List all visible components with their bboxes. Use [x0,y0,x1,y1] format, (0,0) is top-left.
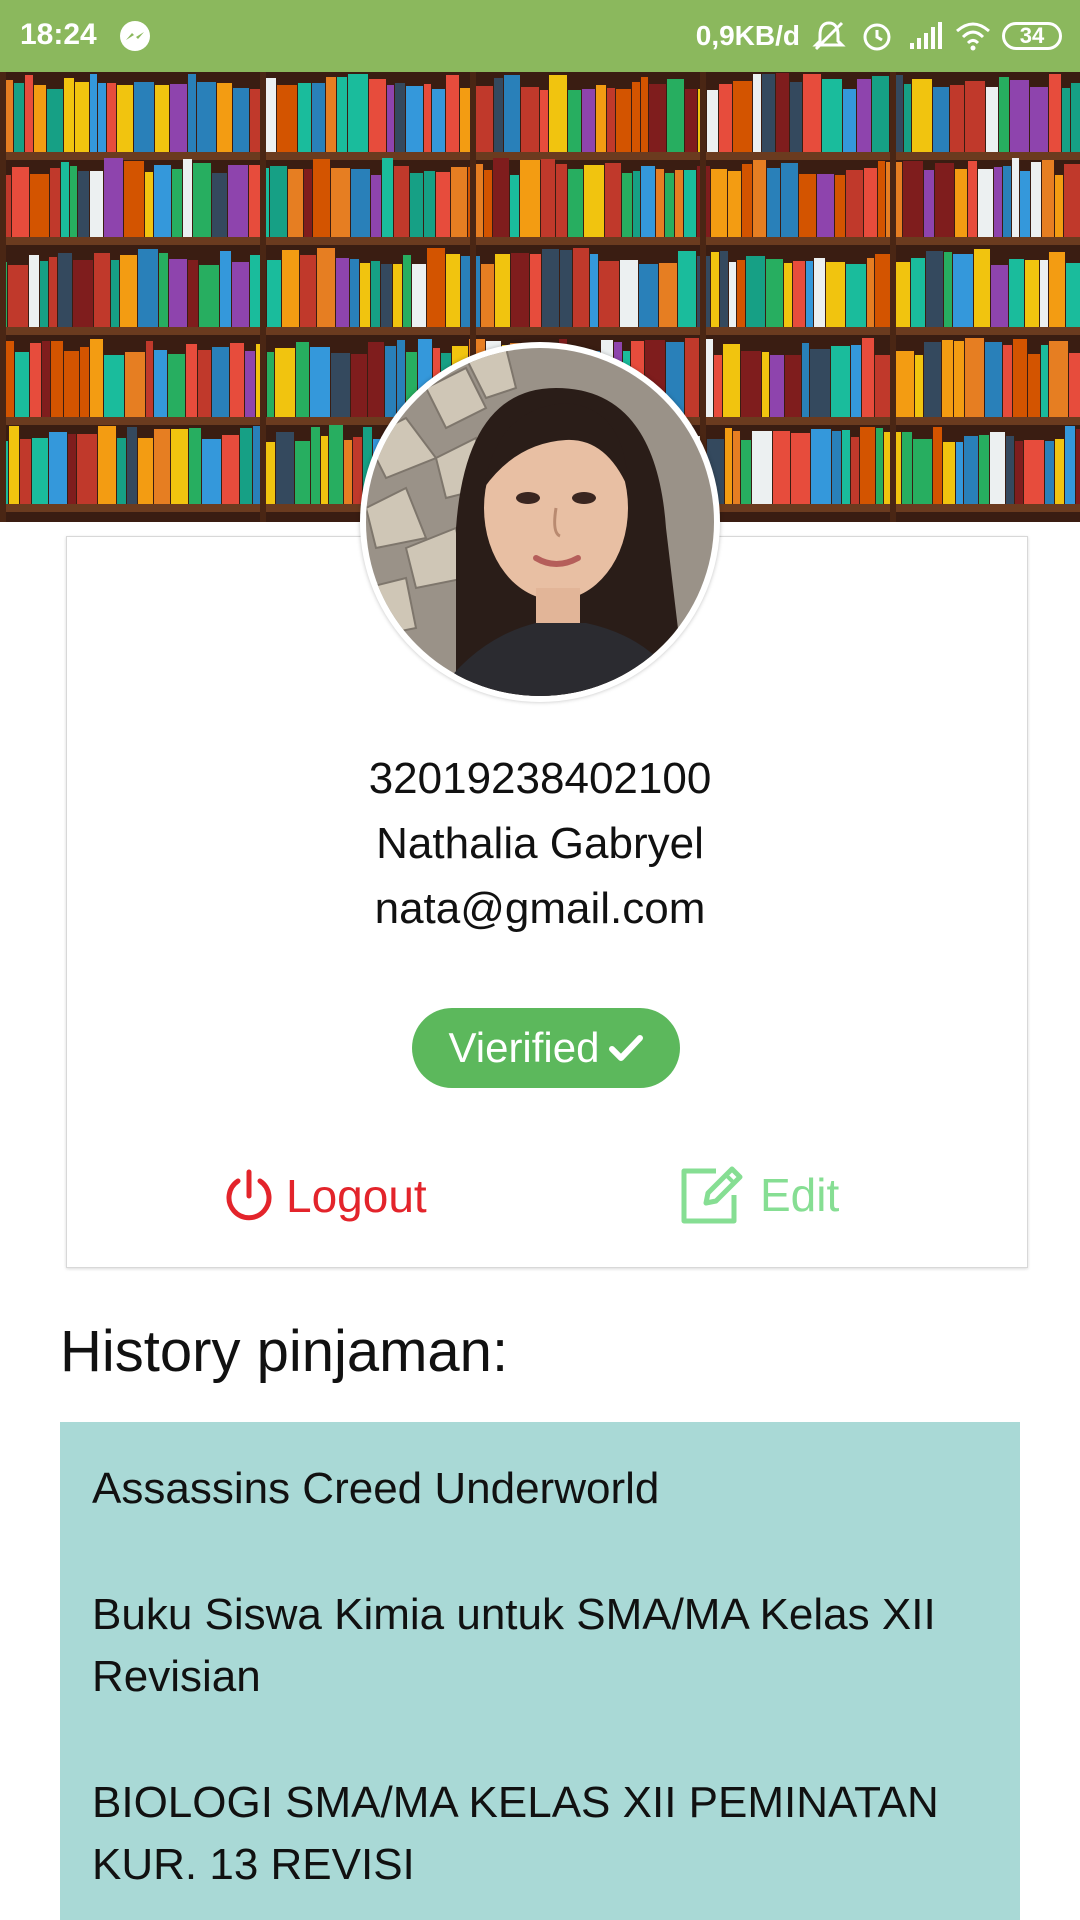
messenger-icon [120,21,150,51]
wifi-icon [956,22,990,51]
alarm-icon [863,23,891,51]
battery-icon: 34 [1002,22,1062,50]
edit-button[interactable]: Edit [676,1160,839,1230]
status-bar: 18:24 0,9KB/d 34 [0,0,1080,72]
mute-bell-icon [812,21,846,51]
edit-icon [681,1166,743,1224]
user-name: Nathalia Gabryel [376,819,704,868]
status-time: 18:24 [20,18,97,51]
power-icon [226,1169,272,1221]
logout-label: Logout [286,1170,427,1222]
edit-label: Edit [760,1169,840,1221]
history-title: History pinjaman: [60,1319,509,1384]
id-number: 32019238402100 [368,754,712,803]
avatar-photo [366,348,714,696]
history-list: Assassins Creed Underworld Buku Siswa Ki… [60,1422,1020,1920]
check-icon [609,1035,644,1061]
history-item[interactable]: BIOLOGI SMA/MA KELAS XII PEMINATAN KUR. … [92,1772,992,1896]
history-item[interactable]: Assassins Creed Underworld [92,1458,992,1520]
network-speed: 0,9KB/d [695,20,800,51]
verified-badge: Vierified [412,1008,680,1088]
profile-info: 32019238402100 Nathalia Gabryel nata@gma… [0,746,1080,941]
logout-button[interactable]: Logout [222,1164,427,1228]
signal-icon [910,22,942,49]
verified-label: Vierified [448,1024,600,1071]
history-item[interactable]: Buku Siswa Kimia untuk SMA/MA Kelas XII … [92,1584,992,1708]
user-email: nata@gmail.com [374,884,706,933]
profile-avatar[interactable] [360,342,720,702]
battery-level: 34 [1019,23,1045,48]
